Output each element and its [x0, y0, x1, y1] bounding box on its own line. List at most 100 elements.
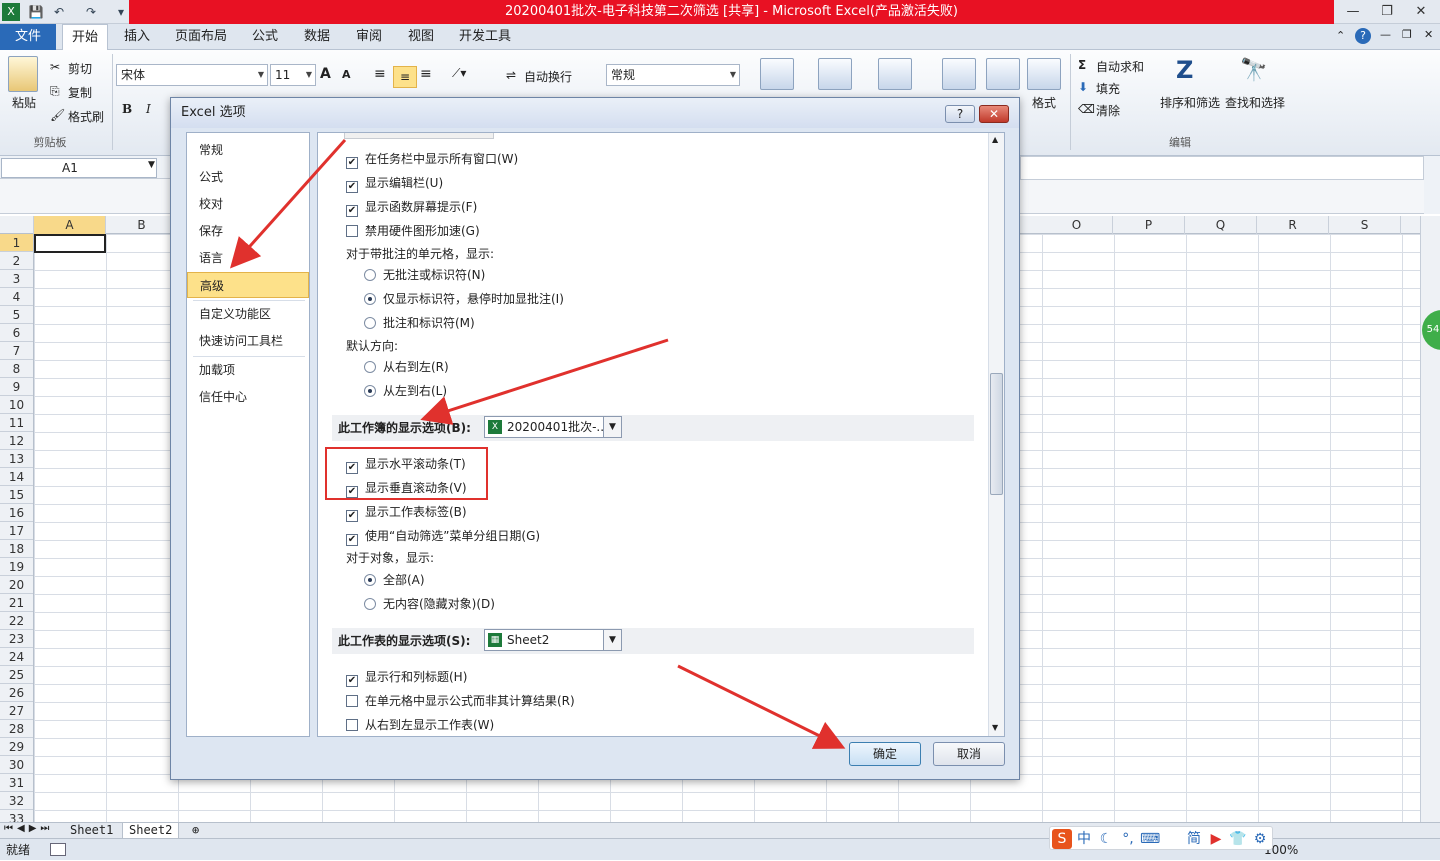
conditional-formatting-icon[interactable] [760, 58, 794, 90]
nav-item-advanced[interactable]: 高级 [187, 272, 309, 298]
cut-button[interactable]: 剪切 [68, 60, 92, 77]
dialog-close-button[interactable]: ✕ [979, 105, 1009, 123]
format-cells-icon[interactable] [1027, 58, 1061, 90]
column-header-a[interactable]: A [34, 216, 106, 234]
tab-view[interactable]: 视图 [400, 24, 442, 50]
sheet-select[interactable]: ▦ Sheet2 ▼ [484, 629, 622, 651]
tab-review[interactable]: 审阅 [348, 24, 390, 50]
scroll-up-icon[interactable]: ▲ [992, 135, 998, 144]
row-header[interactable]: 1 [0, 234, 33, 252]
formula-bar-field[interactable] [1020, 156, 1424, 180]
tab-developer[interactable]: 开发工具 [452, 24, 518, 50]
option-show-all-windows-taskbar[interactable]: ✔ 在任务栏中显示所有窗口(W) [346, 149, 518, 169]
column-header-b[interactable]: B [106, 216, 178, 234]
cell-styles-icon[interactable] [878, 58, 912, 90]
close-icon[interactable]: ✕ [1406, 2, 1436, 22]
doc-restore-icon[interactable]: ❐ [1402, 28, 1412, 41]
undo-icon[interactable]: ↶ [50, 3, 68, 21]
row-header[interactable]: 3 [0, 270, 33, 288]
delete-cells-icon[interactable] [986, 58, 1020, 90]
macro-record-icon[interactable] [50, 843, 66, 856]
column-header-p[interactable]: P [1113, 216, 1185, 234]
italic-button[interactable]: I [146, 102, 151, 116]
sort-filter-icon[interactable]: Z [1176, 56, 1193, 84]
decrease-font-icon[interactable]: A [342, 68, 351, 81]
tab-data[interactable]: 数据 [296, 24, 338, 50]
align-middle-icon[interactable]: ≡ [393, 66, 417, 88]
align-bottom-icon[interactable]: ≡ [420, 66, 432, 82]
insert-cells-icon[interactable] [942, 58, 976, 90]
video-icon[interactable]: ▶ [1206, 829, 1226, 849]
sheet-tab-sheet2[interactable]: Sheet2 [122, 823, 180, 839]
cut-icon[interactable]: ✂ [50, 60, 60, 74]
row-header[interactable]: 17 [0, 522, 33, 540]
moon-icon[interactable]: ☾ [1096, 829, 1116, 849]
row-header[interactable]: 7 [0, 342, 33, 360]
row-header[interactable]: 18 [0, 540, 33, 558]
ribbon-collapse-icon[interactable]: ⌃ [1336, 29, 1345, 42]
wrap-text-button[interactable]: 自动换行 [524, 68, 572, 85]
increase-font-icon[interactable]: A [320, 66, 331, 82]
tab-file[interactable]: 文件 [0, 24, 56, 50]
row-header[interactable]: 5 [0, 306, 33, 324]
number-format-select[interactable]: 常规 ▼ [606, 64, 740, 86]
autosum-icon[interactable]: Σ [1078, 58, 1086, 72]
find-select-icon[interactable]: 🔭 [1240, 58, 1267, 83]
row-header[interactable]: 4 [0, 288, 33, 306]
radio-indicators-only[interactable]: 仅显示标识符，悬停时加显批注(I) [364, 289, 564, 309]
row-header[interactable]: 15 [0, 486, 33, 504]
clear-button[interactable]: 清除 [1096, 102, 1120, 119]
row-header[interactable]: 9 [0, 378, 33, 396]
format-button[interactable]: 格式 [1032, 94, 1056, 111]
row-header[interactable]: 25 [0, 666, 33, 684]
help-icon[interactable]: ? [1355, 28, 1371, 44]
copy-button[interactable]: 复制 [68, 84, 92, 101]
row-header[interactable]: 32 [0, 792, 33, 810]
save-icon[interactable]: 💾 [27, 3, 45, 21]
options-scroll-thumb[interactable] [990, 373, 1003, 495]
bold-button[interactable]: B [122, 102, 132, 116]
row-header[interactable]: 16 [0, 504, 33, 522]
fill-icon[interactable]: ⬇ [1078, 80, 1088, 94]
row-header[interactable]: 21 [0, 594, 33, 612]
nav-item-general[interactable]: 常规 [187, 137, 309, 163]
punctuation-icon[interactable]: °, [1118, 829, 1138, 849]
tab-formulas[interactable]: 公式 [244, 24, 286, 50]
select-all-corner[interactable] [0, 216, 34, 234]
align-top-icon[interactable]: ≡ [374, 66, 386, 82]
tab-insert[interactable]: 插入 [116, 24, 158, 50]
orientation-icon[interactable]: ⟋▾ [452, 66, 466, 81]
cancel-button[interactable]: 取消 [933, 742, 1005, 766]
radio-show-all-objects[interactable]: 全部(A) [364, 570, 425, 590]
row-header[interactable]: 6 [0, 324, 33, 342]
fill-button[interactable]: 填充 [1096, 80, 1120, 97]
dialog-help-button[interactable]: ? [945, 105, 975, 123]
vertical-scrollbar[interactable] [1420, 216, 1440, 824]
redo-icon[interactable]: ↷ [82, 3, 100, 21]
column-header-o[interactable]: O [1041, 216, 1113, 234]
font-name-select[interactable]: 宋体 ▼ [116, 64, 268, 86]
row-header[interactable]: 12 [0, 432, 33, 450]
restore-icon[interactable]: ❐ [1372, 2, 1402, 22]
autosum-button[interactable]: 自动求和 [1096, 58, 1144, 75]
paste-button[interactable]: 粘贴 [12, 94, 36, 111]
nav-item-formulas[interactable]: 公式 [187, 164, 309, 190]
radio-right-to-left[interactable]: 从右到左(R) [364, 357, 449, 377]
row-header[interactable]: 2 [0, 252, 33, 270]
name-box-dropdown-icon[interactable]: ▼ [148, 160, 155, 170]
nav-item-save[interactable]: 保存 [187, 218, 309, 244]
sheet-tab-sheet1[interactable]: Sheet1 [64, 823, 119, 839]
row-header[interactable]: 13 [0, 450, 33, 468]
name-box[interactable]: A1 [1, 158, 157, 178]
ime-simplified[interactable]: 简 [1184, 829, 1204, 849]
option-show-row-column-headers[interactable]: ✔ 显示行和列标题(H) [346, 667, 467, 687]
radio-no-comments[interactable]: 无批注或标识符(N) [364, 265, 485, 285]
tab-home[interactable]: 开始 [62, 24, 108, 51]
keyboard-icon[interactable]: ⌨ [1140, 829, 1160, 849]
row-header[interactable]: 24 [0, 648, 33, 666]
option-disable-hardware-acceleration[interactable]: 禁用硬件图形加速(G) [346, 221, 480, 241]
paste-icon[interactable] [8, 56, 38, 92]
radio-comments-and-indicators[interactable]: 批注和标识符(M) [364, 313, 475, 333]
row-header[interactable]: 22 [0, 612, 33, 630]
sort-filter-button[interactable]: 排序和筛选 [1160, 94, 1220, 111]
